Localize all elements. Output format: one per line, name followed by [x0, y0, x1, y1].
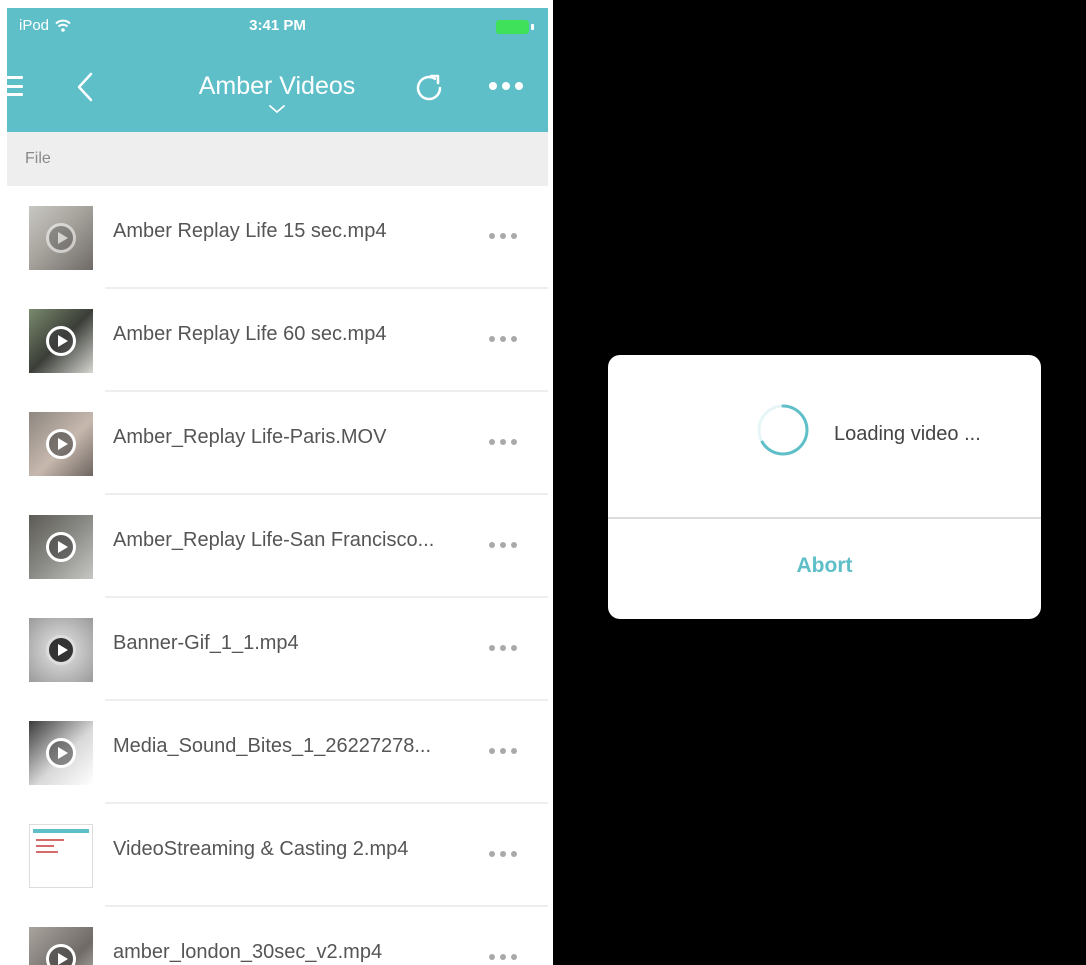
file-row[interactable]: Amber Replay Life 15 sec.mp4 [7, 186, 548, 289]
spinner-icon [757, 404, 809, 456]
folder-title-selector[interactable]: Amber Videos [167, 72, 387, 119]
loading-overlay: Loading video ... Abort [553, 0, 1086, 965]
back-icon[interactable] [69, 68, 103, 106]
file-row[interactable]: Amber_Replay Life-San Francisco... [7, 495, 548, 598]
battery-icon [496, 20, 534, 34]
more-icon[interactable] [489, 848, 529, 860]
loading-dialog: Loading video ... Abort [608, 355, 1041, 619]
file-name: Banner-Gif_1_1.mp4 [113, 632, 299, 654]
loading-message: Loading video ... [834, 423, 981, 445]
file-row[interactable]: Media_Sound_Bites_1_26227278... [7, 701, 548, 804]
more-icon[interactable] [489, 642, 529, 654]
more-icon[interactable] [489, 539, 529, 551]
more-icon[interactable] [489, 78, 529, 94]
file-row[interactable]: Amber Replay Life 60 sec.mp4 [7, 289, 548, 392]
play-icon [46, 635, 76, 665]
video-thumbnail [29, 824, 93, 888]
section-header: File [7, 132, 548, 186]
play-icon [46, 738, 76, 768]
video-thumbnail [29, 618, 93, 682]
play-icon [46, 944, 76, 965]
file-name: Amber Replay Life 15 sec.mp4 [113, 220, 387, 242]
video-thumbnail [29, 412, 93, 476]
video-thumbnail [29, 721, 93, 785]
file-row[interactable]: amber_london_30sec_v2.mp4 [7, 907, 548, 965]
status-bar: iPod 3:41 PM [7, 8, 548, 46]
abort-button[interactable]: Abort [608, 519, 1041, 619]
play-icon [46, 429, 76, 459]
play-icon [46, 532, 76, 562]
file-name: Amber Replay Life 60 sec.mp4 [113, 323, 387, 345]
file-name: Amber_Replay Life-San Francisco... [113, 529, 435, 551]
video-thumbnail [29, 309, 93, 373]
file-name: VideoStreaming & Casting 2.mp4 [113, 838, 409, 860]
play-icon [46, 223, 76, 253]
menu-icon[interactable] [7, 76, 23, 96]
more-icon[interactable] [489, 951, 529, 963]
file-name: Amber_Replay Life-Paris.MOV [113, 426, 387, 448]
file-row[interactable]: VideoStreaming & Casting 2.mp4 [7, 804, 548, 907]
play-icon [46, 326, 76, 356]
file-list: Amber Replay Life 15 sec.mp4 Amber Repla… [7, 186, 548, 965]
file-name: Media_Sound_Bites_1_26227278... [113, 735, 432, 757]
more-icon[interactable] [489, 745, 529, 757]
refresh-icon[interactable] [409, 68, 449, 108]
status-time: 3:41 PM [249, 17, 306, 34]
file-row[interactable]: Amber_Replay Life-Paris.MOV [7, 392, 548, 495]
file-name: amber_london_30sec_v2.mp4 [113, 941, 383, 963]
video-thumbnail [29, 515, 93, 579]
more-icon[interactable] [489, 333, 529, 345]
nav-bar: Amber Videos [7, 46, 548, 132]
more-icon[interactable] [489, 230, 529, 242]
chevron-down-icon [269, 105, 285, 114]
file-browser-screen: iPod 3:41 PM Amber Videos File Amber Rep… [7, 8, 548, 965]
video-thumbnail [29, 206, 93, 270]
video-thumbnail [29, 927, 93, 965]
file-row[interactable]: Banner-Gif_1_1.mp4 [7, 598, 548, 701]
more-icon[interactable] [489, 436, 529, 448]
page-title: Amber Videos [198, 72, 356, 100]
